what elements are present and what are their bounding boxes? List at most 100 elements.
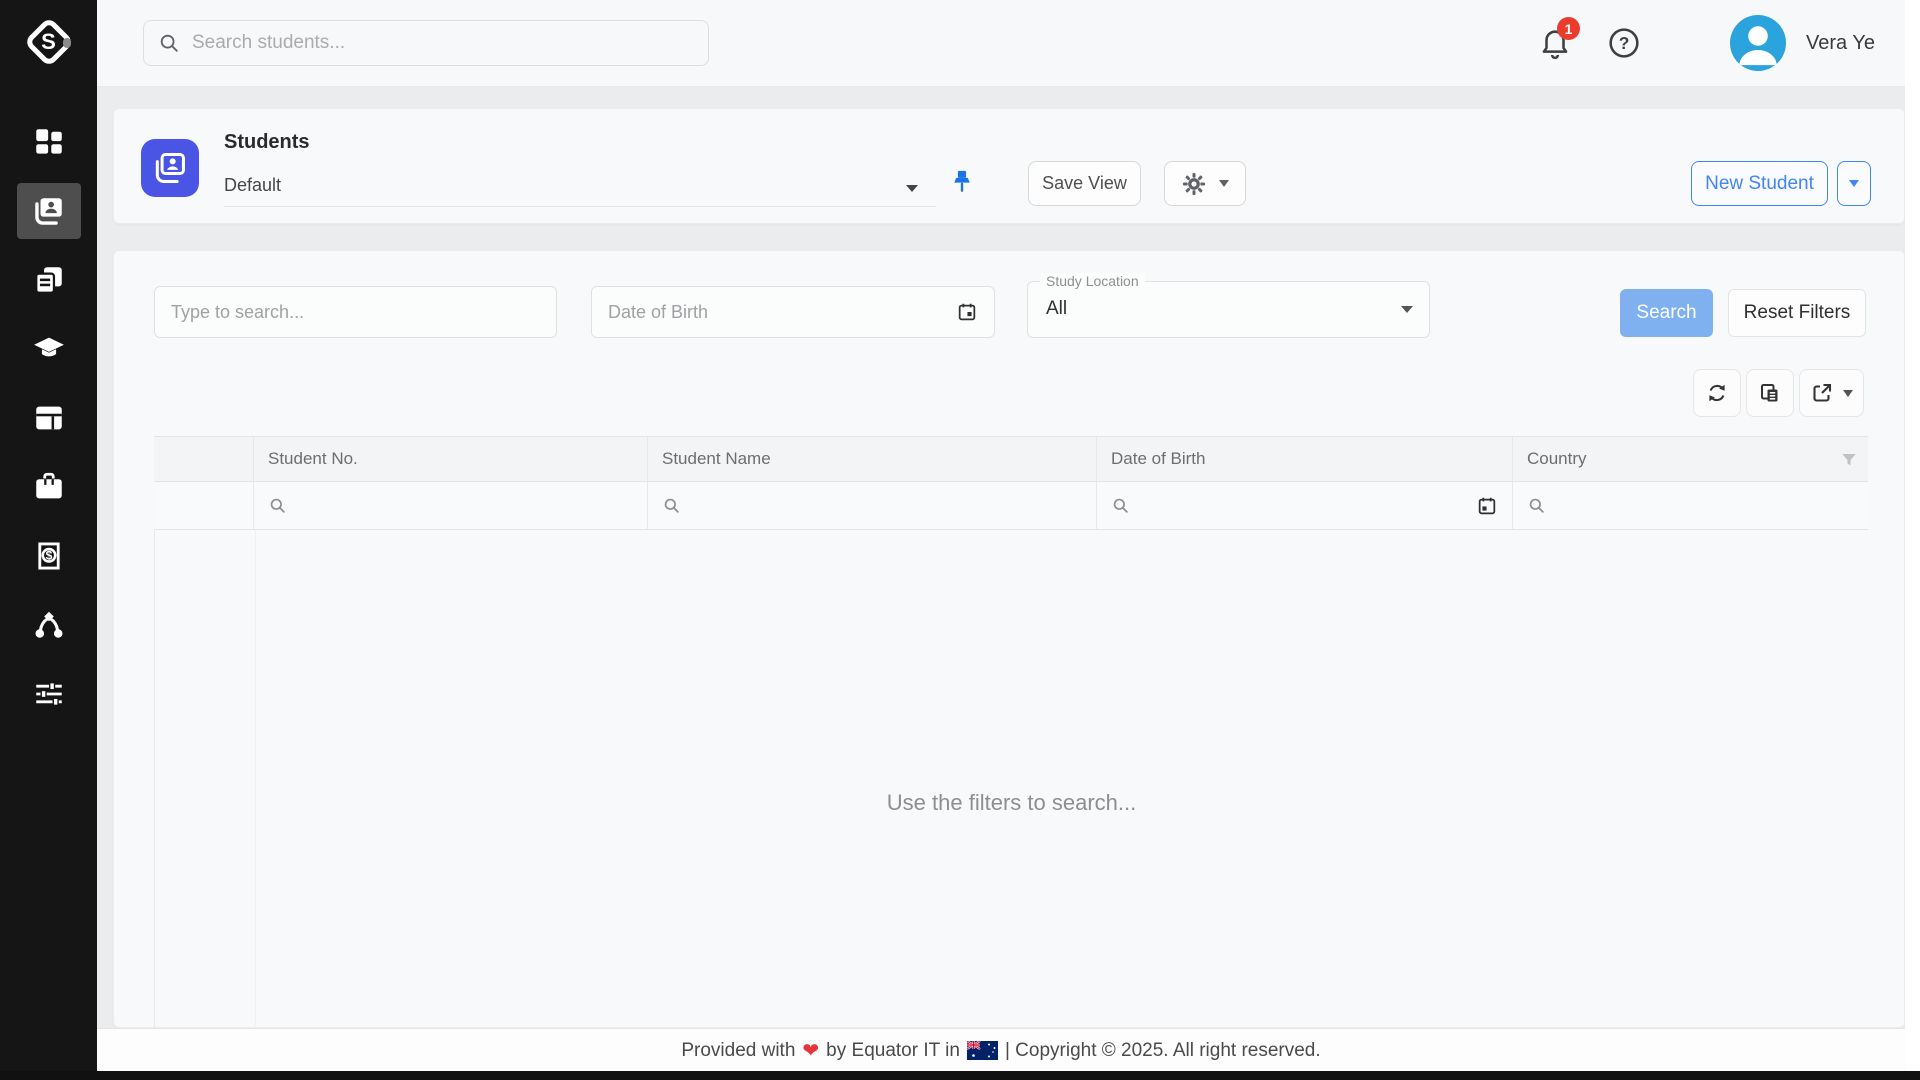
study-location-select[interactable]: Study Location All: [1027, 281, 1430, 338]
students-module-icon: [141, 139, 199, 197]
sidebar-item-dashboard[interactable]: [17, 114, 81, 170]
export-icon: [1810, 381, 1834, 405]
calendar-icon[interactable]: [1476, 495, 1498, 517]
invoice-dollar-icon: $: [32, 539, 66, 573]
sidebar-item-jobs[interactable]: [17, 459, 81, 515]
avatar[interactable]: [1730, 15, 1786, 71]
dashboard-grid-icon: [32, 125, 66, 159]
search-icon: [158, 32, 180, 54]
quick-search-field[interactable]: [154, 286, 557, 338]
app-window: S: [0, 0, 1920, 1080]
students-table: Student No. Student Name Date of Birth C…: [154, 436, 1868, 1029]
col-student-name[interactable]: Student Name: [648, 437, 1097, 481]
dob-filter-field[interactable]: [591, 286, 995, 338]
sliders-settings-icon: [32, 677, 66, 711]
empty-state-message: Use the filters to search...: [887, 790, 1136, 1029]
page-title: Students: [224, 131, 310, 154]
reset-filters-button[interactable]: Reset Filters: [1728, 289, 1866, 337]
sidebar-item-boards[interactable]: [17, 390, 81, 446]
filter-cell-select: [154, 482, 254, 529]
help-icon[interactable]: ?: [1608, 27, 1640, 59]
user-silhouette-icon: [1730, 15, 1786, 71]
search-icon: [1527, 496, 1546, 515]
quick-search-input[interactable]: [171, 302, 540, 323]
calendar-icon[interactable]: [956, 301, 978, 323]
global-search-input[interactable]: [192, 32, 694, 54]
sidebar-item-settings[interactable]: [17, 666, 81, 722]
table-header-row: Student No. Student Name Date of Birth C…: [154, 436, 1868, 482]
page-body: Students Default Save View: [97, 88, 1920, 1080]
view-select[interactable]: Default: [224, 167, 936, 207]
sidebar-item-documents[interactable]: [17, 252, 81, 308]
logo-letter: S: [23, 16, 75, 68]
export-button[interactable]: [1799, 369, 1864, 417]
search-icon: [1111, 496, 1130, 515]
col-student-no[interactable]: Student No.: [254, 437, 648, 481]
notification-badge: 1: [1557, 17, 1580, 40]
view-select-value: Default: [224, 175, 281, 196]
search-icon: [268, 496, 287, 515]
student-card-icon: [151, 149, 189, 187]
username[interactable]: Vera Ye: [1806, 32, 1875, 55]
briefcase-icon: [32, 470, 66, 504]
svg-text:?: ?: [1619, 33, 1630, 53]
col-select[interactable]: [154, 437, 254, 481]
global-search[interactable]: [143, 20, 709, 66]
refresh-button[interactable]: [1693, 369, 1741, 417]
new-student-button[interactable]: New Student: [1691, 161, 1828, 206]
documents-icon: [32, 263, 66, 297]
table-actions: [1693, 369, 1864, 417]
study-location-label: Study Location: [1040, 273, 1145, 289]
new-student-dropdown-button[interactable]: [1837, 161, 1871, 206]
copy-icon: [1758, 381, 1782, 405]
filter-cell-student-name[interactable]: [648, 482, 1097, 529]
study-location-value: All: [1046, 298, 1067, 320]
table-body: Use the filters to search...: [154, 530, 1868, 1029]
sidebar: S: [0, 0, 97, 1080]
heart-icon: ❤: [802, 1038, 819, 1063]
save-view-button[interactable]: Save View: [1028, 161, 1141, 206]
students-icon: [32, 194, 66, 228]
search-icon: [662, 496, 681, 515]
filter-cell-student-no[interactable]: [254, 482, 648, 529]
refresh-icon: [1705, 381, 1729, 405]
footer-provided-suffix: by Equator IT in: [826, 1040, 960, 1062]
sidebar-item-courses[interactable]: [17, 321, 81, 377]
search-button[interactable]: Search: [1620, 289, 1713, 337]
dob-filter-input[interactable]: [608, 302, 946, 323]
copy-grid-button[interactable]: [1746, 369, 1794, 417]
graduation-cap-icon: [32, 332, 66, 366]
pin-view-button[interactable]: [948, 167, 976, 197]
students-list-card: Study Location All Search Reset Filters: [113, 250, 1905, 1028]
col-date-of-birth[interactable]: Date of Birth: [1097, 437, 1513, 481]
chevron-down-icon: [1219, 180, 1229, 187]
sidebar-item-agents[interactable]: [17, 597, 81, 653]
sidebar-nav: $: [17, 114, 81, 722]
sidebar-item-students[interactable]: [17, 183, 81, 239]
footer-copyright: | Copyright © 2025. All right reserved.: [1005, 1040, 1321, 1062]
chevron-down-icon: [1843, 390, 1853, 397]
chevron-down-icon: [906, 185, 918, 192]
filter-cell-country[interactable]: [1513, 482, 1868, 529]
col-country[interactable]: Country: [1513, 437, 1868, 481]
sidebar-item-invoices[interactable]: $: [17, 528, 81, 584]
scrollbar-track[interactable]: [1905, 0, 1920, 1071]
bottom-bar: [0, 1071, 1920, 1080]
topbar: 1 ? Vera Ye: [97, 0, 1905, 87]
footer: Provided with ❤ by Equator IT in | Copyr…: [97, 1028, 1905, 1072]
notifications-button[interactable]: 1: [1538, 24, 1572, 62]
topbar-right: 1 ? Vera Ye: [1538, 15, 1875, 71]
chevron-down-icon: [1401, 306, 1413, 313]
app-logo[interactable]: S: [23, 16, 75, 68]
view-settings-button[interactable]: [1164, 161, 1246, 206]
filter-cell-dob[interactable]: [1097, 482, 1513, 529]
svg-text:$: $: [45, 549, 52, 563]
table-body-divider: [255, 530, 256, 1029]
gear-icon: [1181, 171, 1207, 197]
network-agents-icon: [32, 608, 66, 642]
col-country-label: Country: [1527, 449, 1587, 469]
filter-funnel-icon[interactable]: [1840, 451, 1858, 469]
australia-flag-icon: [967, 1041, 998, 1060]
layout-boards-icon: [32, 401, 66, 435]
footer-provided-prefix: Provided with: [681, 1040, 795, 1062]
